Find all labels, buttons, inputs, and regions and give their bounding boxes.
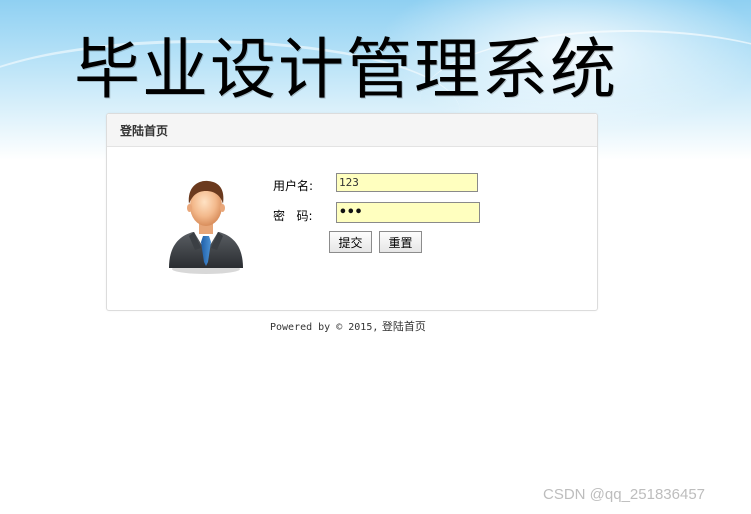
- login-page: 毕业设计管理系统 登陆首页 用户名: 123 密 码: ••• 提交 重置 Po…: [0, 0, 751, 514]
- system-title: 毕业设计管理系统: [74, 31, 618, 108]
- reset-button[interactable]: 重置: [379, 231, 422, 253]
- login-panel-header: 登陆首页: [107, 114, 597, 147]
- password-label: 密 码:: [273, 209, 313, 223]
- footer-powered-by: Powered by © 2015,: [270, 322, 379, 333]
- login-panel: 登陆首页 用户名: 123 密 码: ••• 提交 重置: [106, 113, 598, 311]
- login-panel-title: 登陆首页: [120, 124, 169, 138]
- user-avatar-icon: [169, 180, 243, 274]
- submit-button[interactable]: 提交: [329, 231, 372, 253]
- watermark: CSDN @qq_251836457: [543, 486, 706, 503]
- footer: Powered by © 2015, 登陆首页: [270, 318, 426, 334]
- username-input[interactable]: [336, 173, 478, 192]
- password-input[interactable]: [336, 202, 480, 223]
- username-label: 用户名:: [273, 179, 314, 193]
- footer-site-name: 登陆首页: [381, 320, 426, 333]
